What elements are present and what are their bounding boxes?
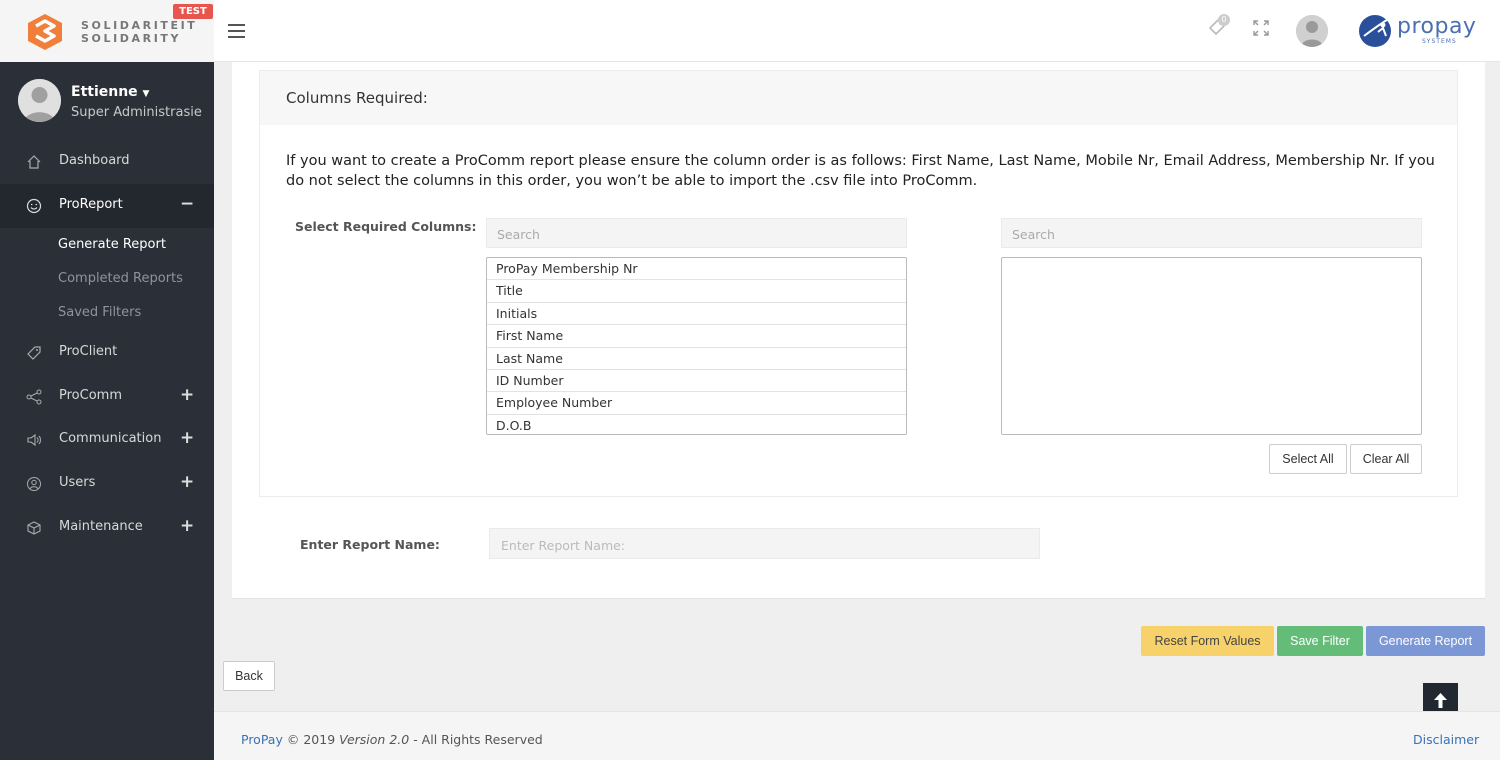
- report-name-input[interactable]: Enter Report Name:: [489, 528, 1040, 559]
- card-header: Columns Required:: [260, 71, 1457, 125]
- sidebar-subitem-generate-report[interactable]: Generate Report: [58, 237, 166, 252]
- copyright-year: © 2019: [286, 732, 336, 747]
- disclaimer-link[interactable]: Disclaimer: [1413, 732, 1479, 747]
- sidebar-item-proclient[interactable]: ProClient: [0, 331, 214, 375]
- rights-text: - All Rights Reserved: [413, 732, 543, 747]
- list-item[interactable]: ID Number: [487, 370, 906, 393]
- propay-subtext: SYSTEMS: [1422, 38, 1457, 45]
- column-order-notice: If you want to create a ProComm report p…: [286, 153, 1435, 189]
- smile-icon: [26, 198, 42, 214]
- list-item[interactable]: First Name: [487, 325, 906, 348]
- brand-line-2: SOLIDARITY: [81, 32, 182, 45]
- sidebar-subitem-completed-reports[interactable]: Completed Reports: [58, 271, 183, 286]
- sidebar-item-dashboard[interactable]: Dashboard: [0, 140, 214, 184]
- sidebar-item-procomm[interactable]: ProComm +: [0, 375, 214, 419]
- sidebar-item-label: ProReport: [59, 197, 123, 212]
- sidebar-item-proreport[interactable]: ProReport −: [0, 184, 214, 228]
- user-circle-icon: [27, 477, 41, 491]
- tag-icon: [27, 346, 41, 360]
- list-item[interactable]: Initials: [487, 303, 906, 326]
- sidebar: Ettienne ▼ Super Administrasie Dashboard…: [0, 62, 214, 760]
- version-text: Version 2.0: [339, 732, 410, 747]
- collapse-minus-icon[interactable]: −: [180, 194, 194, 214]
- share-icon: [26, 389, 42, 405]
- top-bar: 0 propay SYSTEMS: [214, 0, 1500, 62]
- notification-count-badge: 0: [1218, 14, 1230, 26]
- footer-brand-link[interactable]: ProPay: [241, 732, 283, 747]
- generate-report-button[interactable]: Generate Report: [1366, 626, 1485, 656]
- list-item[interactable]: Last Name: [487, 348, 906, 370]
- sidebar-item-label: Dashboard: [59, 153, 130, 168]
- sidebar-item-communication[interactable]: Communication +: [0, 418, 214, 462]
- user-silhouette-icon: [18, 79, 61, 122]
- propay-logo: propay SYSTEMS: [1358, 12, 1478, 50]
- sidebar-item-maintenance[interactable]: Maintenance +: [0, 506, 214, 550]
- user-name: Ettienne: [71, 84, 138, 100]
- brand-line-1: SOLIDARITEIT: [81, 19, 198, 32]
- propay-globe-icon: [1359, 15, 1391, 47]
- footer: ProPay © 2019 Version 2.0 - All Rights R…: [214, 711, 1500, 760]
- expand-plus-icon[interactable]: +: [180, 428, 194, 448]
- speaker-icon: [27, 433, 41, 447]
- user-avatar-top[interactable]: [1296, 15, 1328, 47]
- brand-name: SOLIDARITEIT SOLIDARITY: [81, 19, 197, 45]
- fullscreen-icon[interactable]: [1252, 19, 1270, 37]
- menu-toggle-icon[interactable]: [228, 24, 245, 38]
- user-silhouette-icon: [1296, 15, 1328, 47]
- card-title: Columns Required:: [286, 89, 428, 107]
- available-columns-search-input[interactable]: Search: [486, 218, 907, 248]
- sidebar-subitem-saved-filters[interactable]: Saved Filters: [58, 305, 141, 320]
- sidebar-item-label: ProClient: [59, 344, 118, 359]
- selected-columns-list[interactable]: [1001, 257, 1422, 435]
- package-icon: [27, 521, 41, 535]
- home-icon: [27, 155, 41, 169]
- test-badge: TEST: [173, 4, 213, 19]
- brand-area: SOLIDARITEIT SOLIDARITY TEST: [0, 0, 214, 62]
- expand-plus-icon[interactable]: +: [180, 472, 194, 492]
- expand-plus-icon[interactable]: +: [180, 516, 194, 536]
- list-item[interactable]: D.O.B: [487, 415, 906, 434]
- user-block: Ettienne ▼ Super Administrasie: [0, 62, 214, 140]
- user-name-dropdown[interactable]: Ettienne ▼: [71, 84, 149, 100]
- sidebar-item-label: Maintenance: [59, 519, 143, 534]
- footer-copyright: ProPay © 2019 Version 2.0 - All Rights R…: [241, 732, 543, 747]
- propay-wordmark: propay: [1397, 14, 1477, 39]
- report-name-label: Enter Report Name:: [300, 537, 440, 552]
- list-item[interactable]: Title: [487, 280, 906, 303]
- caret-down-icon: ▼: [142, 89, 150, 99]
- reset-form-button[interactable]: Reset Form Values: [1141, 626, 1274, 656]
- clear-all-button[interactable]: Clear All: [1350, 444, 1422, 474]
- user-avatar[interactable]: [18, 79, 61, 122]
- solidarity-logo-icon: [28, 14, 62, 50]
- select-all-button[interactable]: Select All: [1269, 444, 1347, 474]
- expand-plus-icon[interactable]: +: [180, 385, 194, 405]
- user-role: Super Administrasie: [71, 105, 202, 120]
- select-columns-label: Select Required Columns:: [295, 219, 477, 234]
- list-item[interactable]: Employee Number: [487, 392, 906, 415]
- sidebar-item-label: Communication: [59, 431, 162, 446]
- sidebar-item-label: ProComm: [59, 388, 122, 403]
- back-button[interactable]: Back: [223, 661, 275, 691]
- selected-columns-search-input[interactable]: Search: [1001, 218, 1422, 248]
- list-item[interactable]: ProPay Membership Nr: [487, 258, 906, 281]
- sidebar-item-label: Users: [59, 475, 96, 490]
- available-columns-list[interactable]: ProPay Membership Nr Title Initials Firs…: [486, 257, 907, 435]
- save-filter-button[interactable]: Save Filter: [1277, 626, 1363, 656]
- sidebar-item-users[interactable]: Users +: [0, 462, 214, 506]
